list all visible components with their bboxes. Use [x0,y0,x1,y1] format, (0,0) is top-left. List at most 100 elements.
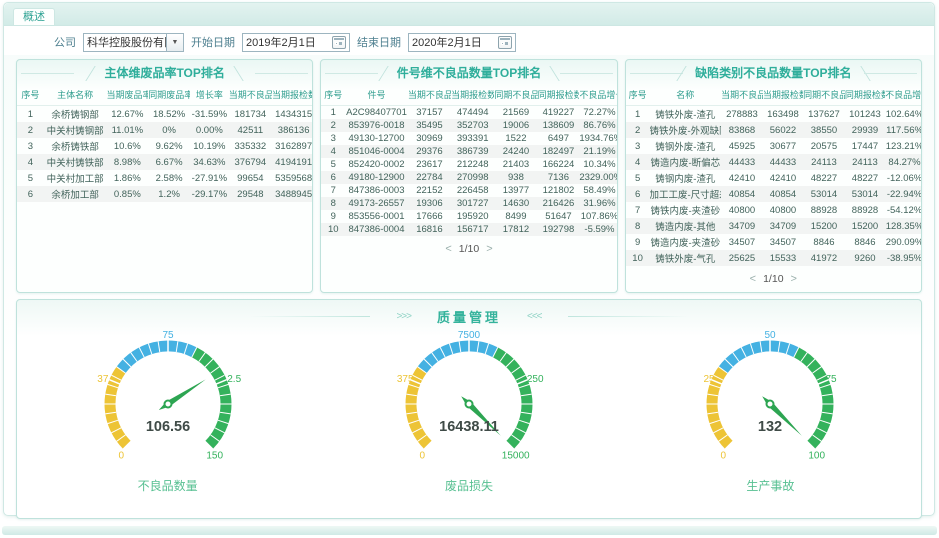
table-cell: 41972 [803,250,845,266]
table-cell: 16816 [408,223,451,236]
table-cell: 3162897 [272,138,313,154]
table-cell: 21569 [494,106,537,120]
ranking-table: 序号主体名称当期废品率同期废品率增长率当期不良品数当期报检数1余桥铸钢部12.6… [17,85,313,202]
pager-prev[interactable]: < [750,273,756,285]
end-date-input[interactable]: 2020年2月1日 [408,33,516,52]
company-select-value: 科华控股股份有限 [84,34,166,50]
table-cell: 余桥铸铁部 [44,138,107,154]
table-cell: 34709 [721,218,763,234]
table-cell: 123.21% [885,138,922,154]
table-header-cell: 当期废品率 [106,85,148,106]
table-cell: 48227 [845,170,885,186]
table-header-cell: 同期报检数 [845,85,885,106]
table-row: 10847386-00041681615671717812192798-5.59… [321,223,617,236]
table-cell: 851046-0004 [345,145,408,158]
table-cell: 37157 [408,106,451,120]
table-cell: 加工工废-尺寸超差 [650,186,722,202]
table-cell: 45925 [721,138,763,154]
table-cell: -31.59% [190,106,229,123]
svg-text:7500: 7500 [458,330,481,341]
page-indicator: 1/10 [459,243,479,255]
table-header-cell: 序号 [17,85,44,106]
panel-title: 主体维废品率TOP排名 [88,64,240,83]
gauge-scrap-loss: 037507500112501500016438.11 废品损失 [318,328,619,494]
table-cell: 7 [321,184,345,197]
table-cell: 34.63% [190,154,229,170]
table-cell: 40854 [763,186,803,202]
svg-text:150: 150 [206,451,223,462]
panel-defect-category-top: 缺陷类别不良品数量TOP排名 序号名称当期不良品数当期报检数同期不良品数同期报检… [625,59,922,293]
panel-title-banner: 主体维废品率TOP排名 [17,64,312,83]
pager-prev[interactable]: < [445,243,451,255]
dashboard-window: 概述 公司 科华控股股份有限 ▼ 开始日期 2019年2月1日 结束日期 202… [3,2,935,516]
pagination: <1/10 > [626,273,921,285]
table-cell: 216426 [538,197,580,210]
table-cell: 101243 [845,106,885,123]
table-cell: 847386-0003 [345,184,408,197]
table-header-cell: 当期报检数 [272,85,313,106]
table-row: 9853556-000117666195920849951647107.86% [321,210,617,223]
tab-overview[interactable]: 概述 [13,8,55,25]
table-cell: 48227 [803,170,845,186]
table-row: 2中关村铸钢部11.01%0%0.00%42511386136 [17,122,313,138]
table-cell: 17447 [845,138,885,154]
table-cell: 29548 [229,186,272,202]
calendar-icon[interactable] [498,36,512,49]
table-row: 8铸造内废-其他34709347091520015200128.35% [626,218,922,234]
company-select[interactable]: 科华控股股份有限 ▼ [83,33,184,52]
table-cell: 9 [626,234,650,250]
table-header-cell: 序号 [321,85,345,106]
table-row: 2铸铁外废-外观缺陷83868560223855029939117.56% [626,122,922,138]
calendar-icon[interactable] [332,36,346,49]
dropdown-arrow-icon[interactable]: ▼ [166,34,183,51]
svg-text:75: 75 [162,330,174,341]
table-cell: -12.06% [885,170,922,186]
table-cell: 166224 [538,158,580,171]
table-cell: 182497 [538,145,580,158]
table-cell: 4 [321,145,345,158]
table-cell: 6 [321,171,345,184]
table-cell: 2 [17,122,44,138]
table-cell: 58.49% [579,184,617,197]
table-header-cell: 同期不良品数 [803,85,845,106]
table-header-cell: 名称 [650,85,722,106]
table-header-cell: 不良品增长率 [885,85,922,106]
table-cell: 5 [626,170,650,186]
table-cell: 49180-12900 [345,171,408,184]
table-header-cell: 不良品增长率 [579,85,617,106]
ranking-table: 序号件号当期不良品数当期报检数同期不良品数同期报检数不良品增长率1A2C9840… [321,85,617,236]
table-cell: 34507 [763,234,803,250]
table-cell: 195920 [451,210,494,223]
gauge-production-accidents: 0255075100132 生产事故 [620,328,921,494]
table-row: 649180-129002278427099893871362329.00% [321,171,617,184]
table-cell: 49173-26557 [345,197,408,210]
table-cell: 2329.00% [579,171,617,184]
table-cell: 0.00% [190,122,229,138]
start-date-input[interactable]: 2019年2月1日 [242,33,350,52]
table-cell: 24113 [803,154,845,170]
page-bottom-edge [2,526,937,535]
table-cell: 335332 [229,138,272,154]
svg-text:0: 0 [118,451,124,462]
table-cell: 中关村铸钢部 [44,122,107,138]
table-cell: 12.67% [106,106,148,123]
table-cell: 53014 [803,186,845,202]
table-cell: 44433 [763,154,803,170]
table-cell: 20575 [803,138,845,154]
table-cell: 163498 [763,106,803,123]
table-cell: 393391 [451,132,494,145]
pager-next[interactable]: > [486,243,492,255]
ranking-table: 序号名称当期不良品数当期报检数同期不良品数同期报检数不良品增长率1铸铁外废-渣孔… [626,85,922,266]
table-cell: 9.62% [148,138,190,154]
table-cell: 11.01% [106,122,148,138]
table-cell: 铸铁内废-夹渣砂 [650,202,722,218]
table-cell: 铸造内废-其他 [650,218,722,234]
page-indicator: 1/10 [763,273,783,285]
table-cell: 278883 [721,106,763,123]
table-cell: 铸铁外废-外观缺陷 [650,122,722,138]
table-cell: -29.17% [190,186,229,202]
table-row: 4铸造内废-断偏芯4443344433241132411384.27% [626,154,922,170]
table-cell: 386136 [272,122,313,138]
table-cell: 53014 [845,186,885,202]
pager-next[interactable]: > [791,273,797,285]
